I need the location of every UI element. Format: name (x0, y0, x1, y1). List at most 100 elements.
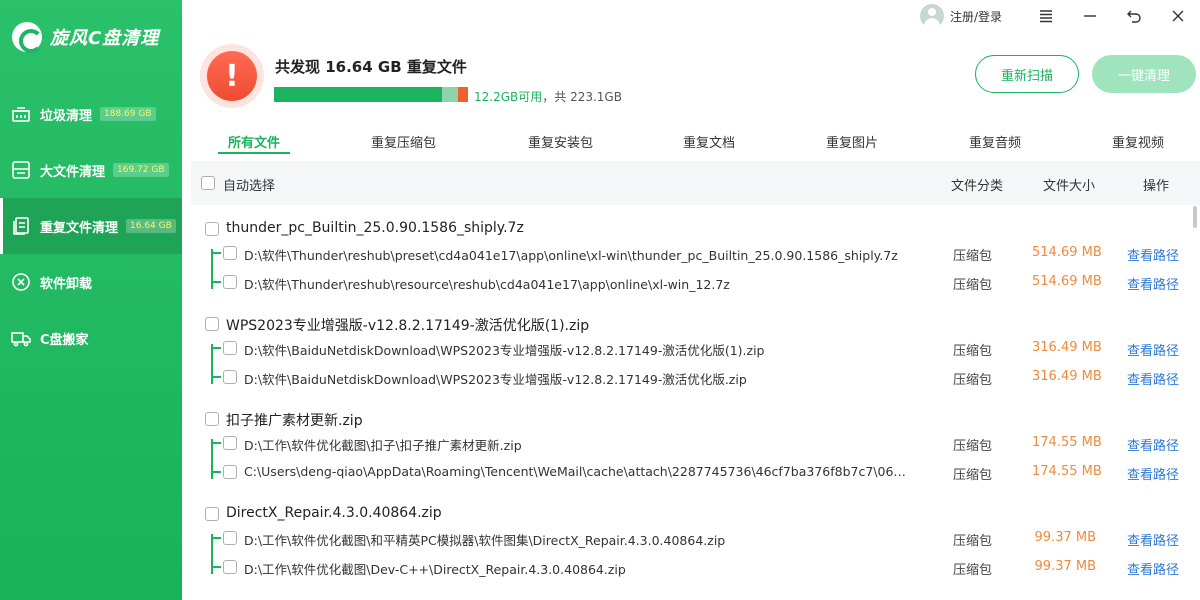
file-row: C:\Users\deng-qiao\AppData\Roaming\Tence… (191, 458, 1191, 487)
file-path: D:\软件\BaiduNetdiskDownload\WPS2023专业增强版-… (244, 372, 747, 387)
sidebar-item-uninstall[interactable]: 软件卸载 (0, 254, 182, 310)
file-checkbox[interactable] (223, 275, 237, 289)
file-row: D:\工作\软件优化截图\Dev-C++\DirectX_Repair.4.3.… (191, 553, 1191, 582)
login-label: 注册/登录 (949, 9, 1002, 24)
file-size: 174.55 MB (1032, 435, 1102, 450)
file-category: 压缩包 (953, 468, 993, 483)
file-path: D:\软件\BaiduNetdiskDownload\WPS2023专业增强版-… (244, 343, 765, 358)
file-category: 压缩包 (953, 344, 993, 359)
sidebar-item-large-files[interactable]: 大文件清理 169.72 GB (0, 142, 182, 198)
duplicate-file-list: thunder_pc_Builtin_25.0.90.1586_shiply.7… (191, 205, 1191, 600)
sidebar-nav: 垃圾清理 188.69 GB 大文件清理 169.72 GB 重复文件清理 16… (0, 86, 182, 366)
summary-title: 共发现 16.64 GB 重复文件 (275, 58, 467, 76)
group-checkbox[interactable] (205, 507, 219, 521)
view-path-link[interactable]: 查看路径 (1127, 559, 1179, 578)
sidebar-item-label: 重复文件清理 (40, 220, 119, 236)
file-checkbox[interactable] (223, 560, 237, 574)
tab-duplicate-audio[interactable]: 重复音频 (969, 132, 1021, 151)
back-button[interactable] (1112, 0, 1156, 32)
file-path: D:\工作\软件优化截图\扣子\扣子推广素材更新.zip (244, 438, 522, 453)
group-checkbox[interactable] (205, 317, 219, 331)
auto-select-checkbox[interactable] (201, 176, 215, 190)
window-titlebar: 注册/登录 (919, 0, 1200, 32)
sidebar-item-label: 垃圾清理 (40, 108, 93, 124)
logo-icon (12, 22, 43, 53)
rescan-button[interactable]: 重新扫描 (975, 55, 1079, 93)
login-button[interactable]: 注册/登录 (919, 4, 1002, 28)
tab-duplicate-installers[interactable]: 重复安装包 (528, 132, 593, 151)
file-checkbox[interactable] (223, 341, 237, 355)
tree-branch (211, 537, 221, 539)
file-path: D:\工作\软件优化截图\和平精英PC模拟器\软件图集\DirectX_Repa… (244, 533, 726, 548)
size-badge: 16.64 GB (126, 219, 176, 233)
view-path-link[interactable]: 查看路径 (1127, 530, 1179, 549)
alert-badge: ! (200, 44, 264, 108)
menu-button[interactable] (1024, 0, 1068, 32)
file-checkbox[interactable] (223, 465, 237, 479)
minimize-button[interactable] (1068, 0, 1112, 32)
undo-icon (1127, 10, 1141, 23)
minimize-icon (1084, 15, 1096, 17)
file-category: 压缩包 (953, 534, 993, 549)
file-size: 99.37 MB (1034, 559, 1096, 574)
disk-usage-text: 12.2GB可用，共 223.1GB (474, 88, 622, 105)
file-row: D:\工作\软件优化截图\和平精英PC模拟器\软件图集\DirectX_Repa… (191, 524, 1191, 553)
sidebar-item-duplicate-files[interactable]: 重复文件清理 16.64 GB (0, 198, 182, 254)
file-path: D:\软件\Thunder\reshub\preset\cd4a041e17\a… (244, 248, 898, 263)
tree-branch (211, 442, 221, 444)
truck-icon (10, 327, 32, 349)
uninstall-icon (10, 271, 32, 293)
group-checkbox[interactable] (205, 412, 219, 426)
file-checkbox[interactable] (223, 370, 237, 384)
sidebar-item-label: 软件卸载 (40, 276, 93, 292)
tab-all-files[interactable]: 所有文件 (228, 132, 280, 151)
file-size: 99.37 MB (1034, 530, 1096, 545)
tab-duplicate-video[interactable]: 重复视频 (1112, 132, 1164, 151)
size-badge: 188.69 GB (100, 107, 156, 121)
exclamation-icon: ! (207, 51, 257, 101)
sidebar-item-label: 大文件清理 (40, 164, 106, 180)
size-badge: 169.72 GB (113, 163, 169, 177)
view-path-link[interactable]: 查看路径 (1127, 245, 1179, 264)
file-size: 316.49 MB (1032, 340, 1102, 355)
file-path: D:\工作\软件优化截图\Dev-C++\DirectX_Repair.4.3.… (244, 562, 626, 577)
disk-warn-fill (458, 87, 468, 102)
scrollbar[interactable] (1193, 206, 1197, 228)
tree-branch (211, 252, 221, 254)
disk-duplicate-fill (442, 87, 458, 102)
column-header-category: 文件分类 (951, 179, 1004, 194)
file-size: 316.49 MB (1032, 369, 1102, 384)
file-checkbox[interactable] (223, 246, 237, 260)
group-name: WPS2023专业增强版-v12.8.2.17149-激活优化版(1).zip (226, 318, 590, 334)
disk-used-fill (274, 87, 442, 102)
file-row: D:\软件\Thunder\reshub\preset\cd4a041e17\a… (191, 239, 1191, 268)
group-name: DirectX_Repair.4.3.0.40864.zip (226, 505, 442, 521)
view-path-link[interactable]: 查看路径 (1127, 340, 1179, 359)
file-size: 174.55 MB (1032, 464, 1102, 479)
disk-free: 12.2GB可用 (474, 90, 543, 104)
file-category: 压缩包 (953, 563, 993, 578)
view-path-link[interactable]: 查看路径 (1127, 274, 1179, 293)
menu-icon (1040, 10, 1052, 23)
tab-duplicate-documents[interactable]: 重复文档 (683, 132, 735, 151)
file-size: 514.69 MB (1032, 274, 1102, 289)
view-path-link[interactable]: 查看路径 (1127, 369, 1179, 388)
file-checkbox[interactable] (223, 436, 237, 450)
tree-branch (211, 471, 221, 473)
tab-duplicate-archives[interactable]: 重复压缩包 (371, 132, 436, 151)
close-button[interactable] (1156, 0, 1200, 32)
file-checkbox[interactable] (223, 531, 237, 545)
view-path-link[interactable]: 查看路径 (1127, 464, 1179, 483)
one-click-clean-button[interactable]: 一键清理 (1092, 55, 1196, 93)
sidebar-item-junk-clean[interactable]: 垃圾清理 188.69 GB (0, 86, 182, 142)
tree-branch (211, 281, 221, 283)
group-checkbox[interactable] (205, 222, 219, 236)
tree-branch (211, 376, 221, 378)
sidebar-item-c-drive-move[interactable]: C盘搬家 (0, 310, 182, 366)
tab-duplicate-images[interactable]: 重复图片 (826, 132, 878, 151)
sidebar: 旋风C盘清理 垃圾清理 188.69 GB 大文件清理 169.72 GB 重复… (0, 0, 182, 600)
disk-usage-bar (274, 87, 468, 102)
file-type-tabs: 所有文件 重复压缩包 重复安装包 重复文档 重复图片 重复音频 重复视频 (182, 126, 1200, 156)
group-name: 扣子推广素材更新.zip (226, 413, 363, 429)
view-path-link[interactable]: 查看路径 (1127, 435, 1179, 454)
